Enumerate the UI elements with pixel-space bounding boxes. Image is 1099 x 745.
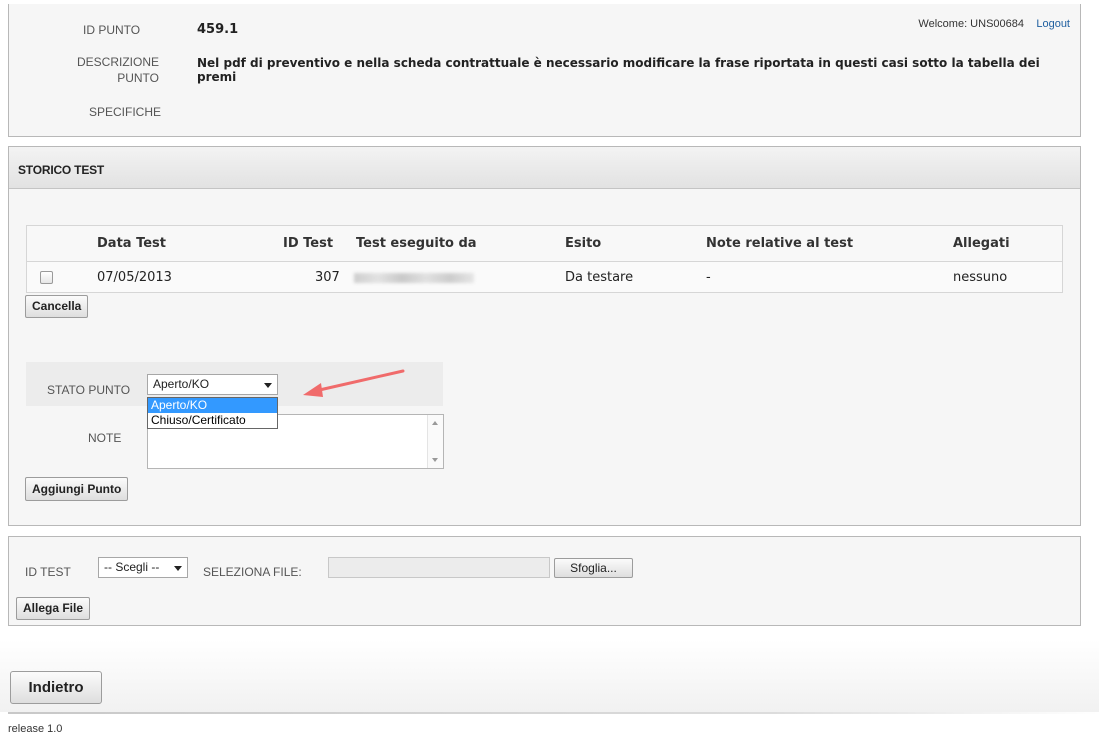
col-data-test: Data Test [97,236,166,251]
note-scrollbar[interactable] [427,415,443,468]
cell-eseguito-da-redacted [354,273,474,283]
scroll-down-icon[interactable] [432,458,438,462]
col-eseguito-da: Test eseguito da [356,236,477,251]
cell-data: 07/05/2013 [97,270,172,285]
specifiche-label: SPECIFICHE [89,105,162,119]
descrizione-value-line1: Nel pdf di preventivo e nella scheda con… [197,56,1040,70]
stato-punto-selected: Aperto/KO [153,377,210,391]
descrizione-label-line2: PUNTO [117,71,159,85]
col-note: Note relative al test [706,236,854,251]
attach-panel: ID TEST -- Scegli -- SELEZIONA FILE: Sfo… [8,536,1081,626]
welcome-text: Welcome: UNS00684 [918,18,1024,30]
descrizione-value-line2: premi [197,70,237,84]
col-esito: Esito [565,236,602,251]
storico-header: STORICO TEST [9,147,1080,189]
option-chiuso-certificato[interactable]: Chiuso/Certificato [148,413,277,428]
info-panel: ID PUNTO 459.1 DESCRIZIONE PUNTO Nel pdf… [8,4,1081,137]
annotation-arrow-icon [303,369,405,397]
storico-panel: STORICO TEST Data Test ID Test Test eseg… [8,146,1081,526]
stato-punto-select[interactable]: Aperto/KO [147,374,278,395]
footer-divider [8,712,1099,714]
chevron-down-icon [264,383,272,388]
cell-note: - [706,270,711,285]
scroll-up-icon[interactable] [432,421,438,425]
id-punto-label: ID PUNTO [83,23,141,37]
id-test-selected: -- Scegli -- [104,560,160,574]
descrizione-label-line1: DESCRIZIONE [76,55,159,69]
file-path-input[interactable] [328,557,550,578]
test-history-table: Data Test ID Test Test eseguito da Esito… [26,225,1063,293]
aggiungi-punto-button[interactable]: Aggiungi Punto [25,477,129,501]
logout-link[interactable]: Logout [1036,18,1070,30]
table-header-row: Data Test ID Test Test eseguito da Esito… [27,226,1062,261]
note-label: NOTE [88,431,122,445]
col-allegati: Allegati [953,236,1010,251]
descrizione-value: Nel pdf di preventivo e nella scheda con… [197,56,1067,84]
table-row: 07/05/2013 307 Da testare - nessuno [27,261,1062,292]
cell-id: 307 [315,270,340,285]
sfoglia-button[interactable]: Sfoglia... [554,558,633,578]
id-punto-value: 459.1 [197,22,239,37]
indietro-button[interactable]: Indietro [10,671,102,704]
allega-file-button[interactable]: Allega File [16,597,91,620]
col-id-test: ID Test [283,236,334,251]
seleziona-file-label: SELEZIONA FILE: [203,565,302,579]
row-checkbox[interactable] [40,271,53,284]
id-test-label: ID TEST [25,565,71,579]
stato-punto-label: STATO PUNTO [47,383,131,397]
id-test-select[interactable]: -- Scegli -- [98,557,188,578]
option-aperto-ko[interactable]: Aperto/KO [148,398,277,413]
cell-esito: Da testare [565,270,634,285]
stato-punto-dropdown-list: Aperto/KO Chiuso/Certificato [147,397,278,429]
release-version: release 1.0 [8,723,63,735]
chevron-down-icon [174,566,182,571]
cell-allegati: nessuno [953,270,1008,285]
descrizione-label: DESCRIZIONE PUNTO [73,54,159,86]
page-background-band [0,640,1099,712]
cancella-button[interactable]: Cancella [25,295,89,318]
